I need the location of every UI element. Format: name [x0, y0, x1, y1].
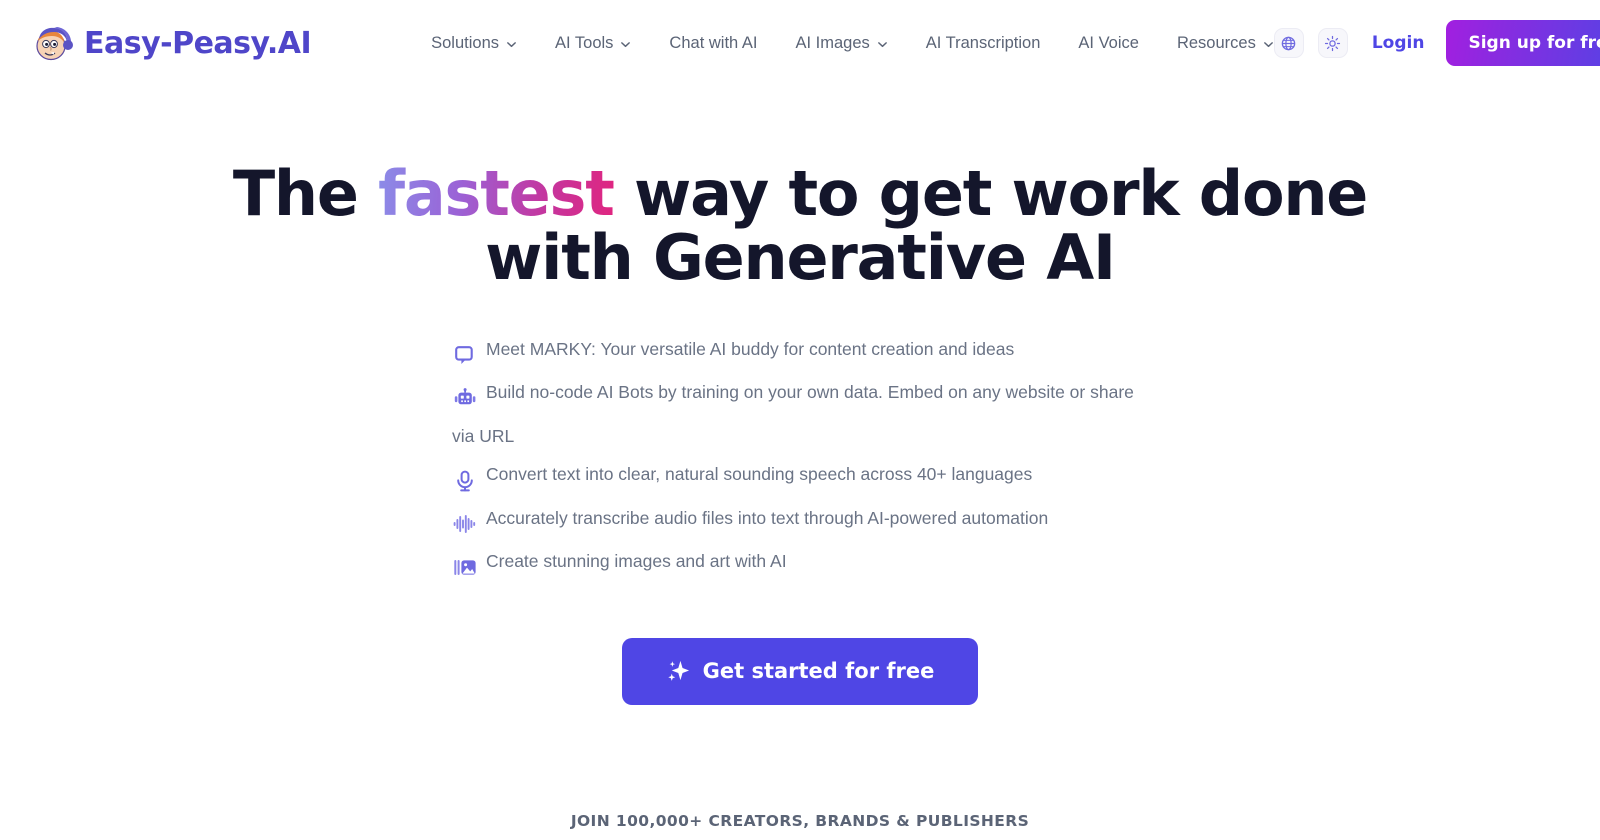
chevron-down-icon [620, 39, 631, 50]
nav-label: AI Images [795, 33, 870, 52]
headline-part1: The [232, 157, 379, 230]
nav-item-ai-images[interactable]: AI Images [795, 34, 887, 53]
nav-item-solutions[interactable]: Solutions [431, 34, 517, 53]
login-link[interactable]: Login [1372, 33, 1425, 53]
chat-bubble-icon [452, 335, 478, 374]
get-started-button[interactable]: Get started for free [621, 637, 979, 705]
cta-container: Get started for free [0, 637, 1600, 705]
sun-icon [1324, 35, 1341, 52]
page-root: Easy-Peasy.AI Solutions AI Tools Chat wi… [0, 0, 1600, 840]
list-item: Meet MARKY: Your versatile AI buddy for … [452, 330, 1160, 374]
page-title: The fastest way to get work done with Ge… [0, 162, 1600, 290]
nav-label: AI Transcription [925, 33, 1041, 52]
cta-label: Get started for free [702, 659, 935, 684]
feature-list: Meet MARKY: Your versatile AI buddy for … [0, 330, 1600, 586]
chevron-down-icon [506, 39, 517, 50]
feature-text: Build no-code AI Bots by training on you… [452, 382, 1134, 446]
nav-label: AI Voice [1078, 33, 1139, 52]
nav-label: Chat with AI [669, 33, 758, 52]
language-selector-button[interactable] [1273, 28, 1304, 58]
nav-item-resources[interactable]: Resources [1177, 34, 1274, 53]
main-nav: Solutions AI Tools Chat with AI AI Image… [431, 34, 1274, 53]
feature-text: Convert text into clear, natural soundin… [486, 464, 1033, 485]
logo-text: Easy-Peasy.AI [84, 25, 312, 61]
headline-part2: way to get work done [613, 157, 1368, 230]
nav-label: Solutions [431, 33, 500, 52]
robot-icon [452, 378, 478, 417]
nav-item-ai-tools[interactable]: AI Tools [555, 34, 631, 53]
sparkle-icon [666, 659, 691, 684]
list-item: Accurately transcribe audio files into t… [452, 499, 1160, 543]
headline-line2: with Generative AI [485, 220, 1116, 294]
list-item: Convert text into clear, natural soundin… [452, 455, 1160, 499]
site-header: Easy-Peasy.AI Solutions AI Tools Chat wi… [0, 0, 1600, 86]
waveform-icon [452, 504, 478, 543]
list-item: Build no-code AI Bots by training on you… [452, 373, 1160, 455]
image-icon [452, 547, 478, 586]
globe-icon [1280, 35, 1297, 52]
chevron-down-icon [1263, 39, 1274, 50]
feature-text: Accurately transcribe audio files into t… [486, 507, 1049, 528]
nav-label: Resources [1176, 33, 1256, 52]
header-actions: Login Sign up for free [1273, 20, 1600, 66]
nav-item-ai-voice[interactable]: AI Voice [1078, 34, 1139, 53]
logo[interactable]: Easy-Peasy.AI [30, 23, 312, 63]
list-item: Create stunning images and art with AI [452, 542, 1160, 586]
feature-text: Meet MARKY: Your versatile AI buddy for … [486, 338, 1015, 359]
chevron-down-icon [877, 39, 888, 50]
theme-toggle-button[interactable] [1317, 28, 1348, 58]
feature-text: Create stunning images and art with AI [486, 551, 787, 572]
nav-item-ai-transcription[interactable]: AI Transcription [926, 34, 1041, 53]
microphone-icon [452, 460, 478, 499]
headline-highlight: fastest [378, 157, 615, 230]
hero-section: The fastest way to get work done with Ge… [0, 86, 1600, 705]
signup-button[interactable]: Sign up for free [1446, 20, 1600, 66]
nav-item-chat-with-ai[interactable]: Chat with AI [669, 34, 757, 53]
nav-label: AI Tools [555, 33, 614, 52]
social-proof-text: JOIN 100,000+ CREATORS, BRANDS & PUBLISH… [570, 812, 1030, 830]
mascot-face-icon [30, 23, 76, 63]
